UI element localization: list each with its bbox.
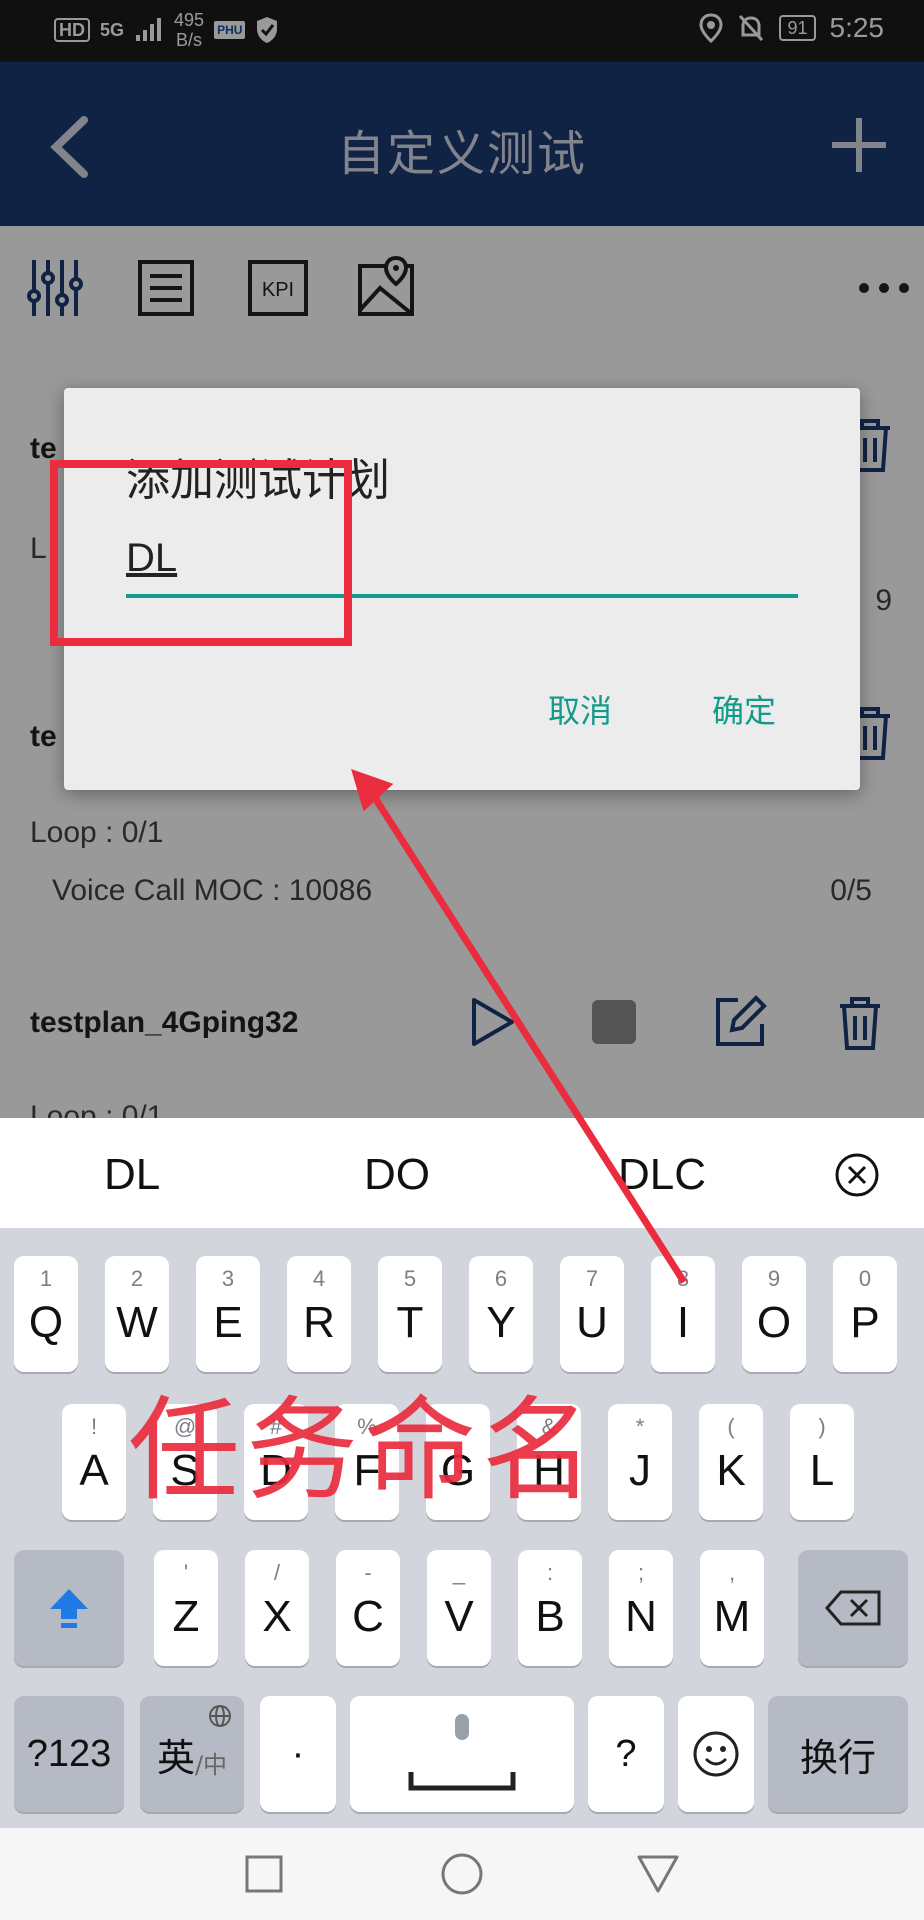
question-key[interactable]: ? bbox=[588, 1696, 664, 1812]
key-label: ?123 bbox=[26, 1732, 112, 1775]
key-label: X bbox=[262, 1592, 292, 1641]
key-label: J bbox=[629, 1446, 651, 1495]
highlight-box bbox=[50, 460, 352, 646]
key-label: E bbox=[213, 1298, 243, 1347]
key-hint: ) bbox=[818, 1414, 826, 1439]
key-hint: ( bbox=[727, 1414, 735, 1439]
close-suggestions-icon[interactable] bbox=[834, 1152, 880, 1198]
key-label: ? bbox=[615, 1732, 637, 1775]
key-label: 换行 bbox=[799, 1735, 876, 1780]
key-hint: ; bbox=[637, 1560, 645, 1585]
key-j[interactable]: * J bbox=[608, 1404, 672, 1520]
key-q[interactable]: 1Q bbox=[14, 1256, 78, 1372]
key-x[interactable]: / X bbox=[245, 1550, 309, 1666]
smiley-icon bbox=[693, 1731, 739, 1777]
key-b[interactable]: :B bbox=[518, 1550, 582, 1666]
key-label: O bbox=[756, 1298, 792, 1347]
enter-key[interactable]: 换行 bbox=[768, 1696, 908, 1812]
key-u[interactable]: 7U bbox=[560, 1256, 624, 1372]
key-label: N bbox=[625, 1592, 657, 1641]
key-hint: 2 bbox=[130, 1266, 144, 1291]
soft-keyboard: 1Q 2W 3E 4R 5T 6Y 7U 8I 9O 0P ! A @ S # D %… bbox=[0, 1228, 924, 1828]
key-hint: 7 bbox=[585, 1266, 599, 1291]
key-label: U bbox=[576, 1298, 608, 1347]
suggestion-item[interactable]: DL bbox=[104, 1150, 160, 1200]
key-label: I bbox=[676, 1298, 690, 1347]
key-label: T bbox=[396, 1298, 424, 1347]
key-hint: _ bbox=[452, 1560, 466, 1585]
key-hint: , bbox=[728, 1560, 736, 1585]
key-hint: 9 bbox=[767, 1266, 781, 1291]
key-c[interactable]: -C bbox=[336, 1550, 400, 1666]
key-sublabel: /中 bbox=[194, 1750, 228, 1779]
key-n[interactable]: ; N bbox=[609, 1550, 673, 1666]
key-label: B bbox=[535, 1592, 565, 1641]
emoji-key[interactable] bbox=[678, 1696, 754, 1812]
shift-key[interactable] bbox=[14, 1550, 124, 1666]
key-l[interactable]: ) L bbox=[790, 1404, 854, 1520]
key-label: Y bbox=[486, 1298, 516, 1347]
key-label: L bbox=[809, 1446, 835, 1495]
key-label: Z bbox=[172, 1592, 200, 1641]
symbols-key[interactable]: ?123 bbox=[14, 1696, 124, 1812]
space-key[interactable] bbox=[350, 1696, 574, 1812]
key-hint: : bbox=[546, 1560, 554, 1585]
globe-icon bbox=[209, 1705, 231, 1727]
key-label: M bbox=[713, 1592, 751, 1641]
key-hint: * bbox=[635, 1414, 645, 1439]
key-t[interactable]: 5T bbox=[378, 1256, 442, 1372]
key-hint: 8 bbox=[676, 1266, 690, 1291]
key-hint: 4 bbox=[312, 1266, 326, 1291]
cancel-button[interactable]: 取消 bbox=[548, 686, 612, 732]
key-z[interactable]: ' Z bbox=[154, 1550, 218, 1666]
suggestion-item[interactable]: DO bbox=[364, 1150, 430, 1200]
key-r[interactable]: 4R bbox=[287, 1256, 351, 1372]
key-hint: 1 bbox=[39, 1266, 53, 1291]
key-hint: 0 bbox=[858, 1266, 872, 1291]
key-label: P bbox=[850, 1298, 880, 1347]
key-label: A bbox=[79, 1446, 109, 1495]
key-hint: ' bbox=[183, 1560, 189, 1585]
key-o[interactable]: 9O bbox=[742, 1256, 806, 1372]
back-nav-icon[interactable] bbox=[636, 1854, 680, 1894]
key-label: K bbox=[716, 1446, 746, 1495]
key-hint: 3 bbox=[221, 1266, 235, 1291]
key-i[interactable]: 8I bbox=[651, 1256, 715, 1372]
key-p[interactable]: 0P bbox=[833, 1256, 897, 1372]
key-hint: / bbox=[273, 1560, 281, 1585]
recents-icon[interactable] bbox=[244, 1854, 284, 1894]
key-hint: ! bbox=[90, 1414, 98, 1439]
suggestion-item[interactable]: DLC bbox=[618, 1150, 706, 1200]
key-hint: 5 bbox=[403, 1266, 417, 1291]
language-switch-key[interactable]: 英/中 bbox=[140, 1696, 244, 1812]
backspace-key[interactable] bbox=[798, 1550, 908, 1666]
key-hint: 6 bbox=[494, 1266, 508, 1291]
key-hint: - bbox=[364, 1560, 372, 1585]
key-m[interactable]: ,M bbox=[700, 1550, 764, 1666]
key-y[interactable]: 6Y bbox=[469, 1256, 533, 1372]
key-v[interactable]: _ V bbox=[427, 1550, 491, 1666]
dot-key[interactable]: · bbox=[260, 1696, 336, 1812]
suggestion-bar: DL DO DLC bbox=[0, 1118, 924, 1229]
key-a[interactable]: ! A bbox=[62, 1404, 126, 1520]
confirm-button[interactable]: 确定 bbox=[712, 686, 776, 732]
home-icon[interactable] bbox=[440, 1852, 484, 1896]
key-label: C bbox=[352, 1592, 384, 1641]
key-e[interactable]: 3E bbox=[196, 1256, 260, 1372]
backspace-icon bbox=[825, 1590, 881, 1626]
annotation-label: 任务命名 bbox=[128, 1386, 600, 1516]
system-nav-bar bbox=[0, 1828, 924, 1920]
key-label: Q bbox=[28, 1298, 64, 1347]
key-w[interactable]: 2W bbox=[105, 1256, 169, 1372]
key-k[interactable]: (K bbox=[699, 1404, 763, 1520]
shift-icon bbox=[50, 1589, 88, 1628]
key-label: R bbox=[303, 1298, 335, 1347]
key-label: V bbox=[444, 1592, 474, 1641]
key-label: W bbox=[116, 1298, 158, 1347]
space-bar-icon bbox=[408, 1772, 516, 1791]
key-label: 英 bbox=[156, 1735, 195, 1780]
key-label: · bbox=[291, 1732, 305, 1775]
